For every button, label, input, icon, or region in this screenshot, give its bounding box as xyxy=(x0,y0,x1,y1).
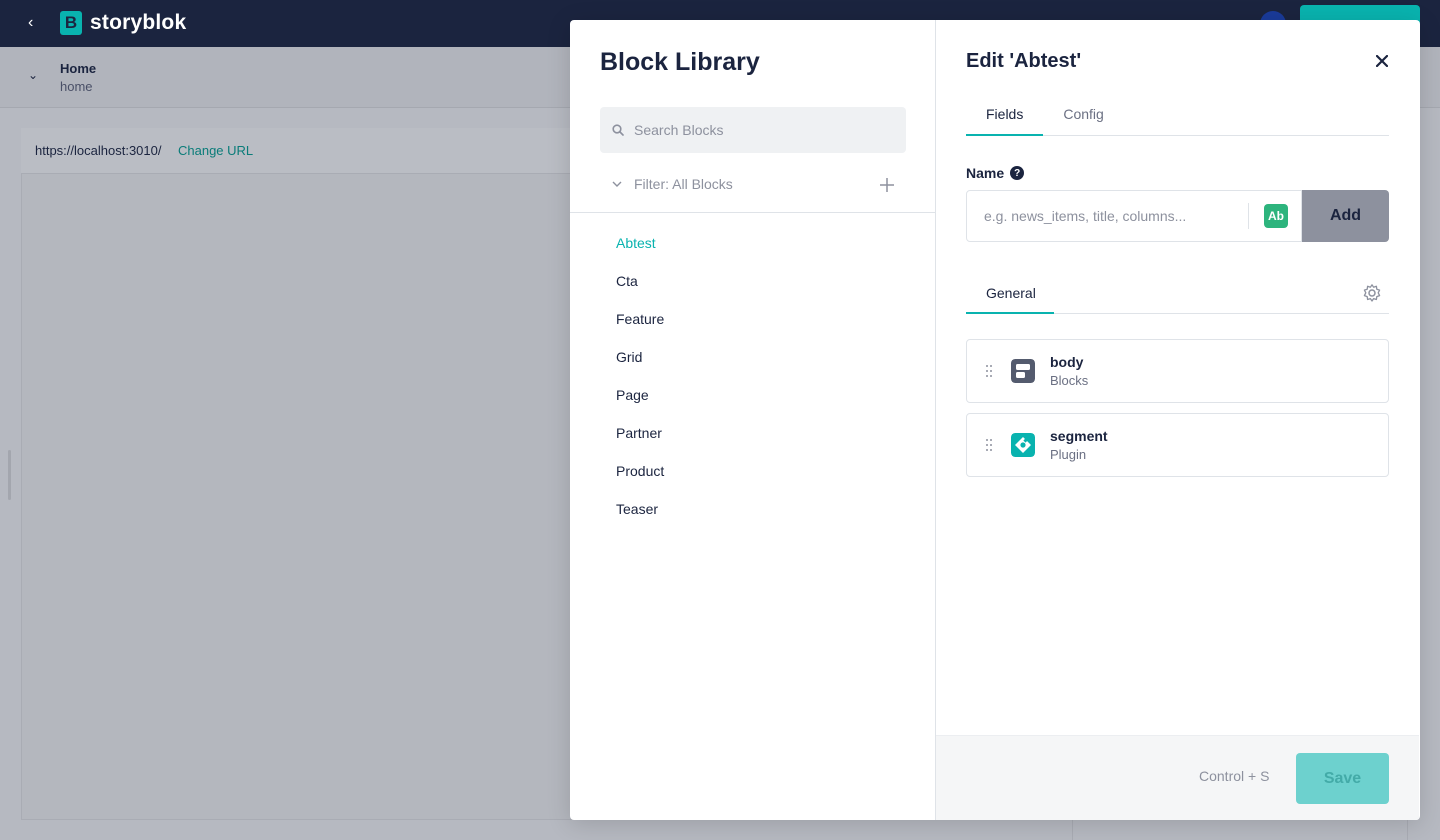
brand-name: storyblok xyxy=(90,11,187,34)
field-row-body[interactable]: body Blocks xyxy=(966,339,1389,403)
change-url-link[interactable]: Change URL xyxy=(178,143,253,158)
search-blocks xyxy=(600,107,906,153)
preview-url: https://localhost:3010/ xyxy=(35,143,162,158)
block-item-teaser[interactable]: Teaser xyxy=(616,500,664,538)
name-input-group: Ab xyxy=(966,190,1302,242)
input-divider xyxy=(1248,203,1249,229)
back-chevron-icon[interactable]: ‹ xyxy=(28,14,42,32)
block-item-grid[interactable]: Grid xyxy=(616,348,664,386)
filter-label: Filter: All Blocks xyxy=(634,176,733,192)
search-blocks-input[interactable] xyxy=(634,122,884,138)
field-type: Blocks xyxy=(1050,373,1089,388)
divider xyxy=(570,212,936,213)
save-shortcut-hint: Control + S xyxy=(1199,768,1270,784)
block-item-page[interactable]: Page xyxy=(616,386,664,424)
field-name: segment xyxy=(1050,428,1108,444)
gear-icon[interactable] xyxy=(1362,283,1382,303)
name-label-text: Name xyxy=(966,165,1005,181)
block-list: Abtest Cta Feature Grid Page Partner Pro… xyxy=(616,234,664,538)
block-library-modal: Block Library Filter: All Blocks Abtest … xyxy=(570,20,1420,820)
editor-tabs: Fields Config xyxy=(966,104,1389,136)
close-icon[interactable] xyxy=(1376,55,1388,67)
story-slug: home xyxy=(60,79,93,94)
tab-fields[interactable]: Fields xyxy=(966,104,1044,136)
drag-handle-icon[interactable] xyxy=(985,364,993,378)
help-icon[interactable]: ? xyxy=(1010,166,1025,180)
name-field-label: Name ? xyxy=(966,165,1025,181)
block-library-title: Block Library xyxy=(600,48,760,76)
add-block-plus-icon[interactable] xyxy=(879,177,895,193)
field-type-text-icon[interactable]: Ab xyxy=(1264,204,1288,228)
storyblok-logo-icon: B xyxy=(60,11,82,35)
story-title: Home xyxy=(60,61,97,76)
save-button[interactable]: Save xyxy=(1296,753,1389,804)
tab-general[interactable]: General xyxy=(966,283,1054,314)
plugin-icon xyxy=(1011,433,1035,457)
field-name-input[interactable] xyxy=(967,208,1247,224)
chevron-down-icon xyxy=(612,181,622,187)
block-item-partner[interactable]: Partner xyxy=(616,424,664,462)
block-item-abtest[interactable]: Abtest xyxy=(616,234,664,272)
field-row-segment[interactable]: segment Plugin xyxy=(966,413,1389,477)
modal-footer: Control + S Save xyxy=(936,735,1419,820)
block-item-feature[interactable]: Feature xyxy=(616,310,664,348)
brand-logo[interactable]: B storyblok xyxy=(60,11,186,35)
block-item-product[interactable]: Product xyxy=(616,462,664,500)
edit-block-panel: Edit 'Abtest' Fields Config Name ? Ab Ad… xyxy=(936,20,1420,820)
tab-config[interactable]: Config xyxy=(1043,104,1123,136)
field-type: Plugin xyxy=(1050,447,1087,462)
edit-block-title: Edit 'Abtest' xyxy=(966,50,1082,72)
block-item-cta[interactable]: Cta xyxy=(616,272,664,310)
field-name: body xyxy=(1050,354,1084,370)
block-filter[interactable]: Filter: All Blocks xyxy=(612,176,733,192)
resize-handle[interactable] xyxy=(8,450,11,500)
drag-handle-icon[interactable] xyxy=(985,438,993,452)
chevron-down-icon[interactable]: ⌄ xyxy=(28,68,38,82)
block-library-panel: Block Library Filter: All Blocks Abtest … xyxy=(570,20,936,820)
blocks-icon xyxy=(1011,359,1035,383)
search-icon xyxy=(612,124,624,136)
field-group-tabs: General xyxy=(966,283,1389,314)
add-field-button[interactable]: Add xyxy=(1302,190,1389,242)
